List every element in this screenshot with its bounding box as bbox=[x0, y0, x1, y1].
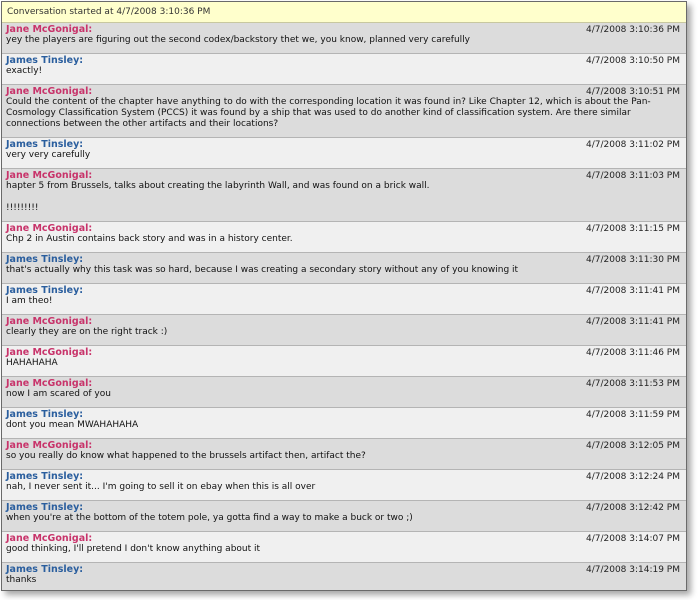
message-timestamp: 4/7/2008 3:11:15 PM bbox=[585, 224, 680, 234]
message-timestamp: 4/7/2008 3:11:02 PM bbox=[585, 140, 680, 150]
message-timestamp: 4/7/2008 3:11:03 PM bbox=[585, 171, 680, 181]
message-timestamp: 4/7/2008 3:12:05 PM bbox=[585, 441, 680, 451]
message-text: now I am scared of you bbox=[6, 389, 111, 399]
message-list[interactable]: Jane McGonigal: 4/7/2008 3:10:36 PM yey th… bbox=[2, 23, 686, 590]
message-row: Jane McGonigal: 4/7/2008 3:11:53 PM now I … bbox=[2, 377, 686, 408]
message-timestamp: 4/7/2008 3:12:24 PM bbox=[585, 472, 680, 482]
message-sender: James Tinsley: bbox=[6, 564, 84, 575]
message-row: James Tinsley: 4/7/2008 3:10:50 PM exactly… bbox=[2, 54, 686, 85]
message-sender: James Tinsley: bbox=[6, 139, 84, 150]
message-text: very very carefully bbox=[6, 150, 91, 160]
message-timestamp: 4/7/2008 3:11:46 PM bbox=[585, 348, 680, 358]
message-text: exactly! bbox=[6, 66, 43, 76]
message-row: Jane McGonigal: 4/7/2008 3:11:41 PM clearl… bbox=[2, 315, 686, 346]
message-timestamp: 4/7/2008 3:10:51 PM bbox=[585, 87, 680, 97]
message-text: so you really do know what happened to t… bbox=[6, 451, 366, 461]
message-row: Jane McGonigal: 4/7/2008 3:11:15 PM Chp 2 … bbox=[2, 222, 686, 253]
message-row: Jane McGonigal: 4/7/2008 3:11:03 PM hapter… bbox=[2, 169, 686, 222]
message-sender: Jane McGonigal: bbox=[6, 170, 93, 181]
message-timestamp: 4/7/2008 3:11:30 PM bbox=[585, 255, 680, 265]
message-text: I am theo! bbox=[6, 296, 53, 306]
message-timestamp: 4/7/2008 3:14:19 PM bbox=[585, 565, 680, 575]
message-timestamp: 4/7/2008 3:11:41 PM bbox=[585, 286, 680, 296]
message-sender: James Tinsley: bbox=[6, 409, 84, 420]
message-text: Chp 2 in Austin contains back story and … bbox=[6, 234, 293, 244]
message-timestamp: 4/7/2008 3:11:59 PM bbox=[585, 410, 680, 420]
message-sender: James Tinsley: bbox=[6, 254, 84, 265]
message-sender: James Tinsley: bbox=[6, 55, 84, 66]
message-row: James Tinsley: 4/7/2008 3:12:24 PM nah, I … bbox=[2, 470, 686, 501]
message-text: hapter 5 from Brussels, talks about crea… bbox=[6, 181, 430, 213]
message-text: HAHAHAHA bbox=[6, 358, 58, 368]
message-row: James Tinsley: 4/7/2008 3:11:41 PM I am th… bbox=[2, 284, 686, 315]
message-row: Jane McGonigal: 4/7/2008 3:14:07 PM good t… bbox=[2, 532, 686, 563]
message-text: yey the players are figuring out the sec… bbox=[6, 35, 470, 45]
message-text: good thinking, I'll pretend I don't know… bbox=[6, 544, 261, 554]
message-sender: Jane McGonigal: bbox=[6, 440, 93, 451]
message-row: James Tinsley: 4/7/2008 3:12:42 PM when yo… bbox=[2, 501, 686, 532]
conversation-window: Conversation started at 4/7/2008 3:10:36… bbox=[1, 1, 687, 591]
message-timestamp: 4/7/2008 3:11:41 PM bbox=[585, 317, 680, 327]
message-row: James Tinsley: 4/7/2008 3:11:59 PM dont yo… bbox=[2, 408, 686, 439]
message-sender: Jane McGonigal: bbox=[6, 316, 93, 327]
message-text: clearly they are on the right track :) bbox=[6, 327, 168, 337]
message-sender: Jane McGonigal: bbox=[6, 223, 93, 234]
message-text: dont you mean MWAHAHAHA bbox=[6, 420, 139, 430]
message-sender: James Tinsley: bbox=[6, 502, 84, 513]
message-timestamp: 4/7/2008 3:10:36 PM bbox=[585, 25, 680, 35]
message-row: James Tinsley: 4/7/2008 3:11:02 PM very ve… bbox=[2, 138, 686, 169]
message-timestamp: 4/7/2008 3:14:07 PM bbox=[585, 534, 680, 544]
message-text: nah, I never sent it... I'm going to sel… bbox=[6, 482, 316, 492]
message-timestamp: 4/7/2008 3:12:42 PM bbox=[585, 503, 680, 513]
message-row: James Tinsley: 4/7/2008 3:14:19 PM thanks bbox=[2, 563, 686, 590]
message-row: James Tinsley: 4/7/2008 3:11:30 PM that's … bbox=[2, 253, 686, 284]
message-text: when you're at the bottom of the totem p… bbox=[6, 513, 413, 523]
message-sender: Jane McGonigal: bbox=[6, 533, 93, 544]
message-text: thanks bbox=[6, 575, 37, 585]
message-sender: James Tinsley: bbox=[6, 471, 84, 482]
message-sender: Jane McGonigal: bbox=[6, 378, 93, 389]
conversation-header: Conversation started at 4/7/2008 3:10:36… bbox=[2, 2, 686, 23]
message-timestamp: 4/7/2008 3:10:50 PM bbox=[585, 56, 680, 66]
message-row: Jane McGonigal: 4/7/2008 3:11:46 PM HAHAHA… bbox=[2, 346, 686, 377]
message-row: Jane McGonigal: 4/7/2008 3:12:05 PM so you… bbox=[2, 439, 686, 470]
message-text: Could the content of the chapter have an… bbox=[6, 97, 651, 129]
message-sender: Jane McGonigal: bbox=[6, 86, 93, 97]
message-row: Jane McGonigal: 4/7/2008 3:10:36 PM yey th… bbox=[2, 23, 686, 54]
message-sender: Jane McGonigal: bbox=[6, 347, 93, 358]
message-row: Jane McGonigal: 4/7/2008 3:10:51 PM Could … bbox=[2, 85, 686, 138]
message-sender: James Tinsley: bbox=[6, 285, 84, 296]
message-sender: Jane McGonigal: bbox=[6, 24, 93, 35]
message-text: that's actually why this task was so har… bbox=[6, 265, 519, 275]
message-timestamp: 4/7/2008 3:11:53 PM bbox=[585, 379, 680, 389]
